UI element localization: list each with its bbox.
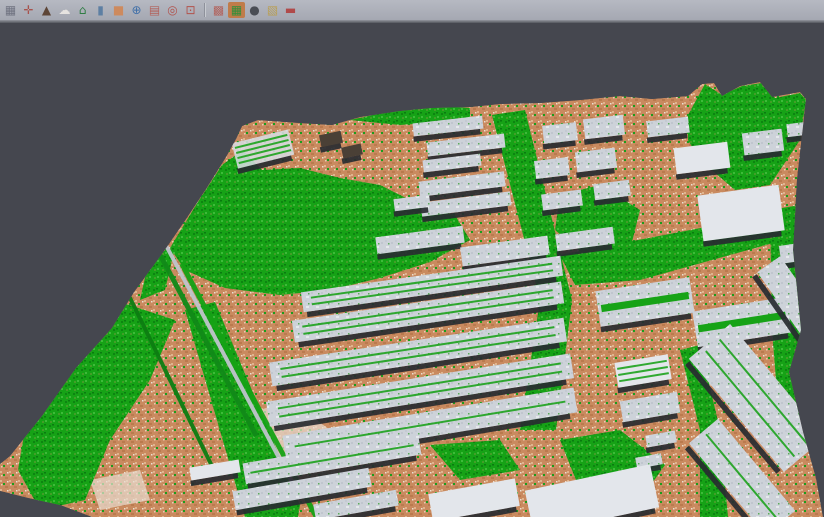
tool-annotate-icon[interactable]: ▧ [264, 2, 281, 18]
toolbar-separator [204, 3, 206, 17]
tool-classify-ground-icon[interactable]: ⌂ [74, 2, 91, 18]
tool-pick-point-icon[interactable]: ◎ [164, 2, 181, 18]
application-window: ▦✛▲☁⌂▮■⊕▤◎⊡▩▦●▧▬ [0, 0, 824, 517]
point-cloud-svg [0, 23, 824, 517]
tool-snapshot-icon[interactable]: ● [246, 2, 263, 18]
point-cloud-render [0, 82, 824, 517]
viewport-3d[interactable] [0, 23, 824, 517]
tool-point-cloud-icon[interactable]: ☁ [56, 2, 73, 18]
tool-georeference-icon[interactable]: ⊕ [128, 2, 145, 18]
tool-crop-box-icon[interactable]: ⊡ [182, 2, 199, 18]
tool-clip-raster-icon[interactable]: ▩ [210, 2, 227, 18]
tool-ortho-image-icon[interactable]: ■ [110, 2, 127, 18]
tool-layers-icon[interactable]: ▤ [146, 2, 163, 18]
tool-terrain-mesh-icon[interactable]: ▲ [38, 2, 55, 18]
main-toolbar: ▦✛▲☁⌂▮■⊕▤◎⊡▩▦●▧▬ [0, 0, 824, 20]
tool-align-clouds-icon[interactable]: ✛ [20, 2, 37, 18]
tool-open-icon[interactable]: ▦ [2, 2, 19, 18]
tool-height-ruler-icon[interactable]: ▮ [92, 2, 109, 18]
tool-remove-icon[interactable]: ▬ [282, 2, 299, 18]
tool-classification-map-icon[interactable]: ▦ [228, 2, 245, 18]
